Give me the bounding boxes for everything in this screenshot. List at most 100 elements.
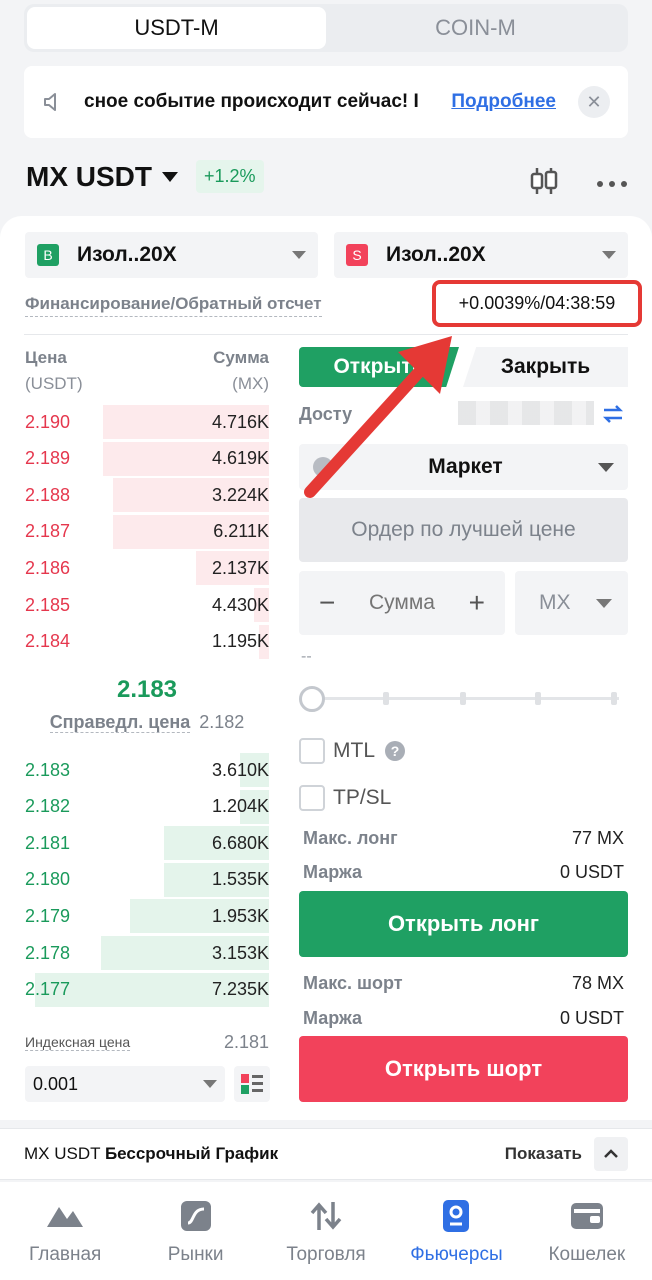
bid-row[interactable]: 2.182 1.204K (25, 789, 269, 825)
tpsl-checkbox[interactable]: TP/SL (299, 785, 391, 811)
order-type-selector[interactable]: Маркет (299, 444, 628, 490)
announcement-text: сное событие происходит сейчас! I (84, 91, 419, 112)
trade-icon (308, 1198, 344, 1234)
nav-wallet-label: Кошелек (548, 1244, 626, 1265)
chart-symbol: MX USDT (24, 1144, 101, 1163)
ask-row[interactable]: 2.184 1.195K (25, 624, 269, 660)
markets-icon (180, 1198, 212, 1234)
bid-amount: 1.953K (211, 905, 269, 926)
order-type-label: Маркет (428, 455, 503, 478)
amount-slider[interactable] (299, 686, 619, 712)
symbol-selector[interactable]: MX USDT +1.2% (26, 160, 264, 193)
ask-amount: 4.430K (211, 594, 269, 615)
caret-down-icon (596, 598, 612, 608)
caret-down-icon (203, 1080, 217, 1088)
mtl-checkbox[interactable]: MTL ? (299, 738, 405, 764)
tab-close[interactable]: Закрыть (463, 347, 628, 387)
chart-title: MX USDT Бессрочный График (24, 1144, 505, 1164)
margin-short-value: 0 USDT (559, 1008, 624, 1028)
chart-bar: MX USDT Бессрочный График Показать (0, 1128, 652, 1180)
chevron-up-icon[interactable] (594, 1137, 628, 1171)
minus-button[interactable]: − (319, 587, 335, 619)
ask-row[interactable]: 2.189 4.619K (25, 441, 269, 477)
sell-badge: S (346, 244, 368, 266)
show-chart-label[interactable]: Показать (505, 1144, 582, 1164)
best-price-field: Ордер по лучшей цене (299, 498, 628, 562)
slider-step[interactable] (460, 692, 466, 705)
checkbox[interactable] (299, 738, 325, 764)
precision-selector[interactable]: 0.001 (25, 1066, 225, 1102)
margin-long-value: 0 USDT (559, 862, 624, 882)
margin-mode-sell-selector[interactable]: S Изол..20X (334, 232, 628, 278)
price-header: Цена (25, 348, 67, 367)
tab-open[interactable]: Открыть (299, 347, 459, 387)
amount-input[interactable] (352, 591, 452, 615)
megaphone-icon (24, 90, 84, 114)
slider-handle[interactable] (299, 686, 325, 712)
checkbox[interactable] (299, 785, 325, 811)
home-icon (45, 1198, 85, 1234)
caret-down-icon (598, 462, 614, 472)
caret-down-icon (602, 251, 616, 259)
market-type-switch: USDT-M COIN-M (24, 4, 628, 52)
bid-row[interactable]: 2.179 1.953K (25, 898, 269, 934)
margin-mode-buy-selector[interactable]: B Изол..20X (25, 232, 318, 278)
announcement-banner: сное событие происходит сейчас! I Подроб… (24, 66, 628, 138)
nav-markets[interactable]: Рынки (130, 1182, 260, 1280)
nav-trade[interactable]: Торговля (261, 1182, 391, 1280)
bid-row[interactable]: 2.178 3.153K (25, 935, 269, 971)
margin-label: Маржа (303, 1008, 362, 1028)
bid-row[interactable]: 2.177 7.235K (25, 972, 269, 1008)
nav-home[interactable]: Главная (0, 1182, 130, 1280)
amount-stepper: − + (299, 571, 505, 635)
ask-row[interactable]: 2.190 4.716K (25, 404, 269, 440)
transfer-icon[interactable] (602, 404, 624, 429)
header-actions (528, 166, 628, 201)
help-icon[interactable]: ? (385, 741, 405, 761)
close-icon[interactable]: ✕ (578, 86, 610, 118)
info-icon[interactable] (313, 457, 333, 477)
margin-long-row: Маржа 0 USDT (303, 862, 624, 883)
ask-price: 2.184 (25, 631, 71, 652)
amount-unit: (MX) (232, 374, 269, 393)
futures-icon (442, 1198, 470, 1234)
fair-price-label[interactable]: Справедл. цена (49, 712, 191, 733)
bid-row[interactable]: 2.183 3.610K (25, 752, 269, 788)
bid-amount: 1.204K (211, 796, 269, 817)
bid-row[interactable]: 2.180 1.535K (25, 862, 269, 898)
plus-button[interactable]: + (469, 587, 485, 619)
orderbook-layout-icon[interactable] (234, 1066, 270, 1102)
slider-step[interactable] (611, 692, 617, 705)
announcement-more-link[interactable]: Подробнее (451, 91, 556, 113)
more-icon[interactable] (596, 175, 628, 193)
nav-futures[interactable]: Фьючерсы (391, 1182, 521, 1280)
nav-wallet[interactable]: Кошелек (522, 1182, 652, 1280)
tab-coin-m[interactable]: COIN-M (326, 7, 625, 49)
ask-amount: 4.619K (211, 448, 269, 469)
nav-trade-label: Торговля (286, 1244, 366, 1265)
bid-row[interactable]: 2.181 6.680K (25, 825, 269, 861)
slider-step[interactable] (535, 692, 541, 705)
open-short-button[interactable]: Открыть шорт (299, 1036, 628, 1102)
ask-amount: 2.137K (211, 557, 269, 578)
ask-row[interactable]: 2.186 2.137K (25, 550, 269, 586)
max-short-value: 78 MX (571, 973, 624, 993)
unit-selector[interactable]: MX (515, 571, 628, 635)
slider-step[interactable] (383, 692, 389, 705)
bid-amount: 7.235K (211, 979, 269, 1000)
funding-label[interactable]: Финансирование/Обратный отсчет (25, 294, 322, 317)
ask-row[interactable]: 2.187 6.211K (25, 514, 269, 550)
divider (24, 334, 628, 335)
candlestick-icon[interactable] (528, 166, 560, 201)
ask-amount: 1.195K (211, 631, 269, 652)
bid-price: 2.181 (25, 832, 71, 853)
ask-amount: 4.716K (211, 411, 269, 432)
ask-row[interactable]: 2.188 3.224K (25, 477, 269, 513)
max-short-label: Макс. шорт (303, 973, 403, 993)
open-long-button[interactable]: Открыть лонг (299, 891, 628, 957)
index-price-label[interactable]: Индексная цена (25, 1034, 131, 1051)
chart-title-text: Бессрочный График (104, 1144, 279, 1163)
ask-row[interactable]: 2.185 4.430K (25, 587, 269, 623)
tab-usdt-m[interactable]: USDT-M (27, 7, 326, 49)
nav-home-label: Главная (29, 1244, 102, 1265)
